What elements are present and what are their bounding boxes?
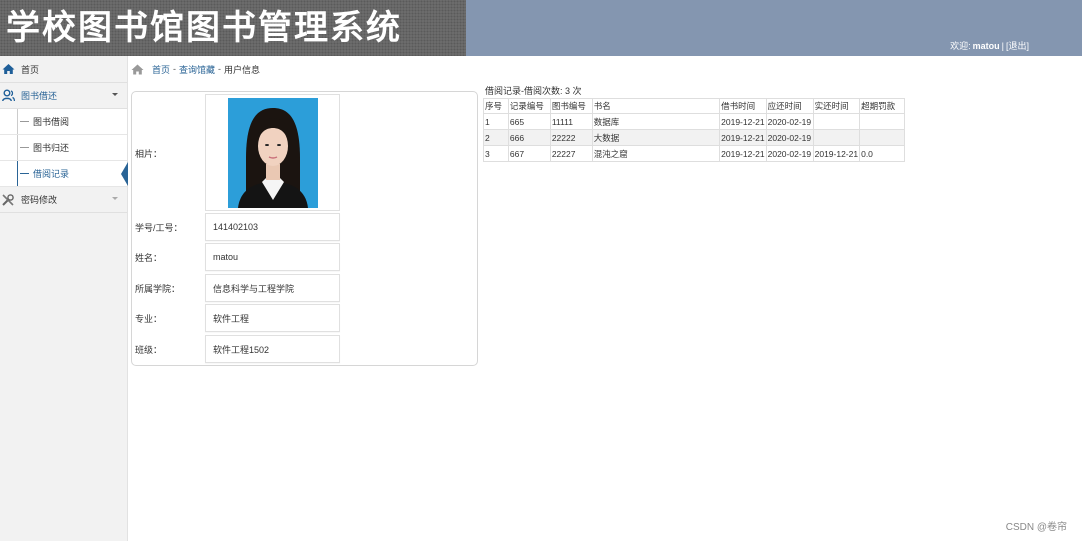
table-row: 1 665 11111 数据库 2019-12-21 2020-02-19: [483, 113, 905, 130]
table-cell: 22222: [549, 129, 593, 146]
table-row: 3 667 22227 混沌之窟 2019-12-21 2020-02-19 2…: [483, 145, 905, 162]
student-id-field: 141402103: [205, 213, 340, 241]
column-header: 实还时间: [812, 98, 861, 114]
table-cell: 666: [507, 129, 551, 146]
table-cell: 665: [507, 113, 551, 130]
column-header: 图书编号: [549, 98, 593, 114]
photo-frame: [205, 94, 340, 211]
table-cell: [812, 129, 861, 146]
home-icon[interactable]: [131, 64, 144, 75]
table-row: 2 666 22222 大数据 2019-12-21 2020-02-19: [483, 129, 905, 146]
college-label: 所属学院：: [135, 284, 181, 294]
student-id-label: 学号/工号：: [135, 223, 183, 233]
breadcrumb-separator: -: [173, 64, 177, 74]
sidebar-item-home[interactable]: 首页: [0, 56, 127, 83]
table-cell: 3: [483, 145, 509, 162]
class-field: 软件工程1502: [205, 335, 340, 363]
top-header: 学校图书馆图书管理系统 欢迎: matou | [退出]: [0, 0, 1082, 56]
table-cell: 2019-12-21: [719, 145, 767, 162]
records-title: 借阅记录-借阅次数: 3 次: [485, 86, 582, 96]
sidebar-item-return-book[interactable]: 图书归还: [0, 135, 127, 161]
table-cell: 2020-02-19: [765, 129, 814, 146]
column-header: 序号: [483, 98, 509, 114]
table-cell: 2: [483, 129, 509, 146]
major-field: 软件工程: [205, 304, 340, 332]
class-label: 班级：: [135, 345, 163, 355]
table-cell: 2020-02-19: [765, 145, 814, 162]
welcome-separator: |: [1001, 41, 1004, 51]
college-field: 信息科学与工程学院: [205, 274, 340, 302]
table-cell: 2019-12-21: [719, 129, 767, 146]
column-header: 借书时间: [719, 98, 767, 114]
column-header: 超期罚款: [859, 98, 905, 114]
breadcrumb-home-link[interactable]: 首页: [152, 63, 170, 76]
table-cell: 大数据: [591, 129, 721, 146]
column-header: 书名: [591, 98, 721, 114]
table-cell: 22227: [549, 145, 593, 162]
table-header-row: 序号 记录编号 图书编号 书名 借书时间 应还时间 实还时间 超期罚款: [483, 98, 905, 114]
app-title: 学校图书馆图书管理系统: [6, 8, 402, 48]
breadcrumb-current: 用户信息: [224, 64, 261, 75]
major-label: 专业：: [135, 314, 163, 324]
breadcrumb: 首页 - 查询馆藏 - 用户信息: [131, 61, 260, 77]
sidebar-group-borrow[interactable]: 图书借还: [0, 83, 127, 109]
records-table: 序号 记录编号 图书编号 书名 借书时间 应还时间 实还时间 超期罚款 1 66…: [483, 98, 905, 162]
welcome-area: 欢迎: matou | [退出]: [950, 39, 1029, 52]
user-photo: [228, 98, 318, 208]
table-cell: 1: [483, 113, 509, 130]
table-cell: [859, 113, 905, 130]
table-cell: 2019-12-21: [719, 113, 767, 130]
sidebar-item-borrow-records[interactable]: 借阅记录: [0, 161, 128, 187]
sidebar: 首页 图书借还 图书借阅 图书归还 借阅记录 密码修改: [0, 56, 128, 541]
sidebar-password-label: 密码修改: [21, 195, 58, 205]
sidebar-item-borrow-book[interactable]: 图书借阅: [0, 109, 127, 135]
sidebar-home-label: 首页: [21, 64, 40, 75]
table-cell: 2019-12-21: [812, 145, 861, 162]
column-header: 记录编号: [507, 98, 551, 114]
watermark: CSDN @卷帘: [1005, 522, 1067, 533]
home-icon: [1, 62, 15, 76]
chevron-down-icon: [112, 93, 118, 96]
username: matou: [972, 41, 1000, 51]
welcome-prefix: 欢迎:: [950, 41, 971, 51]
table-cell: 0.0: [859, 145, 905, 162]
table-cell: [859, 129, 905, 146]
logout-link[interactable]: [退出]: [1006, 41, 1029, 51]
sidebar-group-password[interactable]: 密码修改: [0, 187, 127, 213]
photo-label: 相片：: [135, 149, 163, 159]
table-cell: 667: [507, 145, 551, 162]
chevron-down-icon: [112, 197, 118, 200]
name-field: matou: [205, 243, 340, 271]
breadcrumb-separator: -: [218, 64, 222, 74]
table-cell: [812, 113, 861, 130]
title-banner: 学校图书馆图书管理系统: [0, 0, 466, 56]
table-cell: 2020-02-19: [765, 113, 814, 130]
table-cell: 数据库: [591, 113, 721, 130]
column-header: 应还时间: [765, 98, 814, 114]
table-cell: 混沌之窟: [591, 145, 721, 162]
sidebar-sub-label: 图书归还: [33, 143, 70, 153]
sidebar-borrow-label: 图书借还: [21, 91, 58, 101]
active-indicator: [121, 162, 128, 186]
user-icon: [1, 89, 15, 103]
sidebar-sub-label: 借阅记录: [33, 169, 70, 179]
tools-icon: [1, 193, 15, 207]
user-info-card: 相片： 学号/工号： 141402103 姓名： matou 所属学院： 信息科…: [131, 91, 478, 366]
name-label: 姓名：: [135, 253, 163, 263]
table-cell: 11111: [549, 113, 593, 130]
breadcrumb-query-link[interactable]: 查询馆藏: [179, 63, 215, 76]
sidebar-sub-label: 图书借阅: [33, 117, 70, 127]
